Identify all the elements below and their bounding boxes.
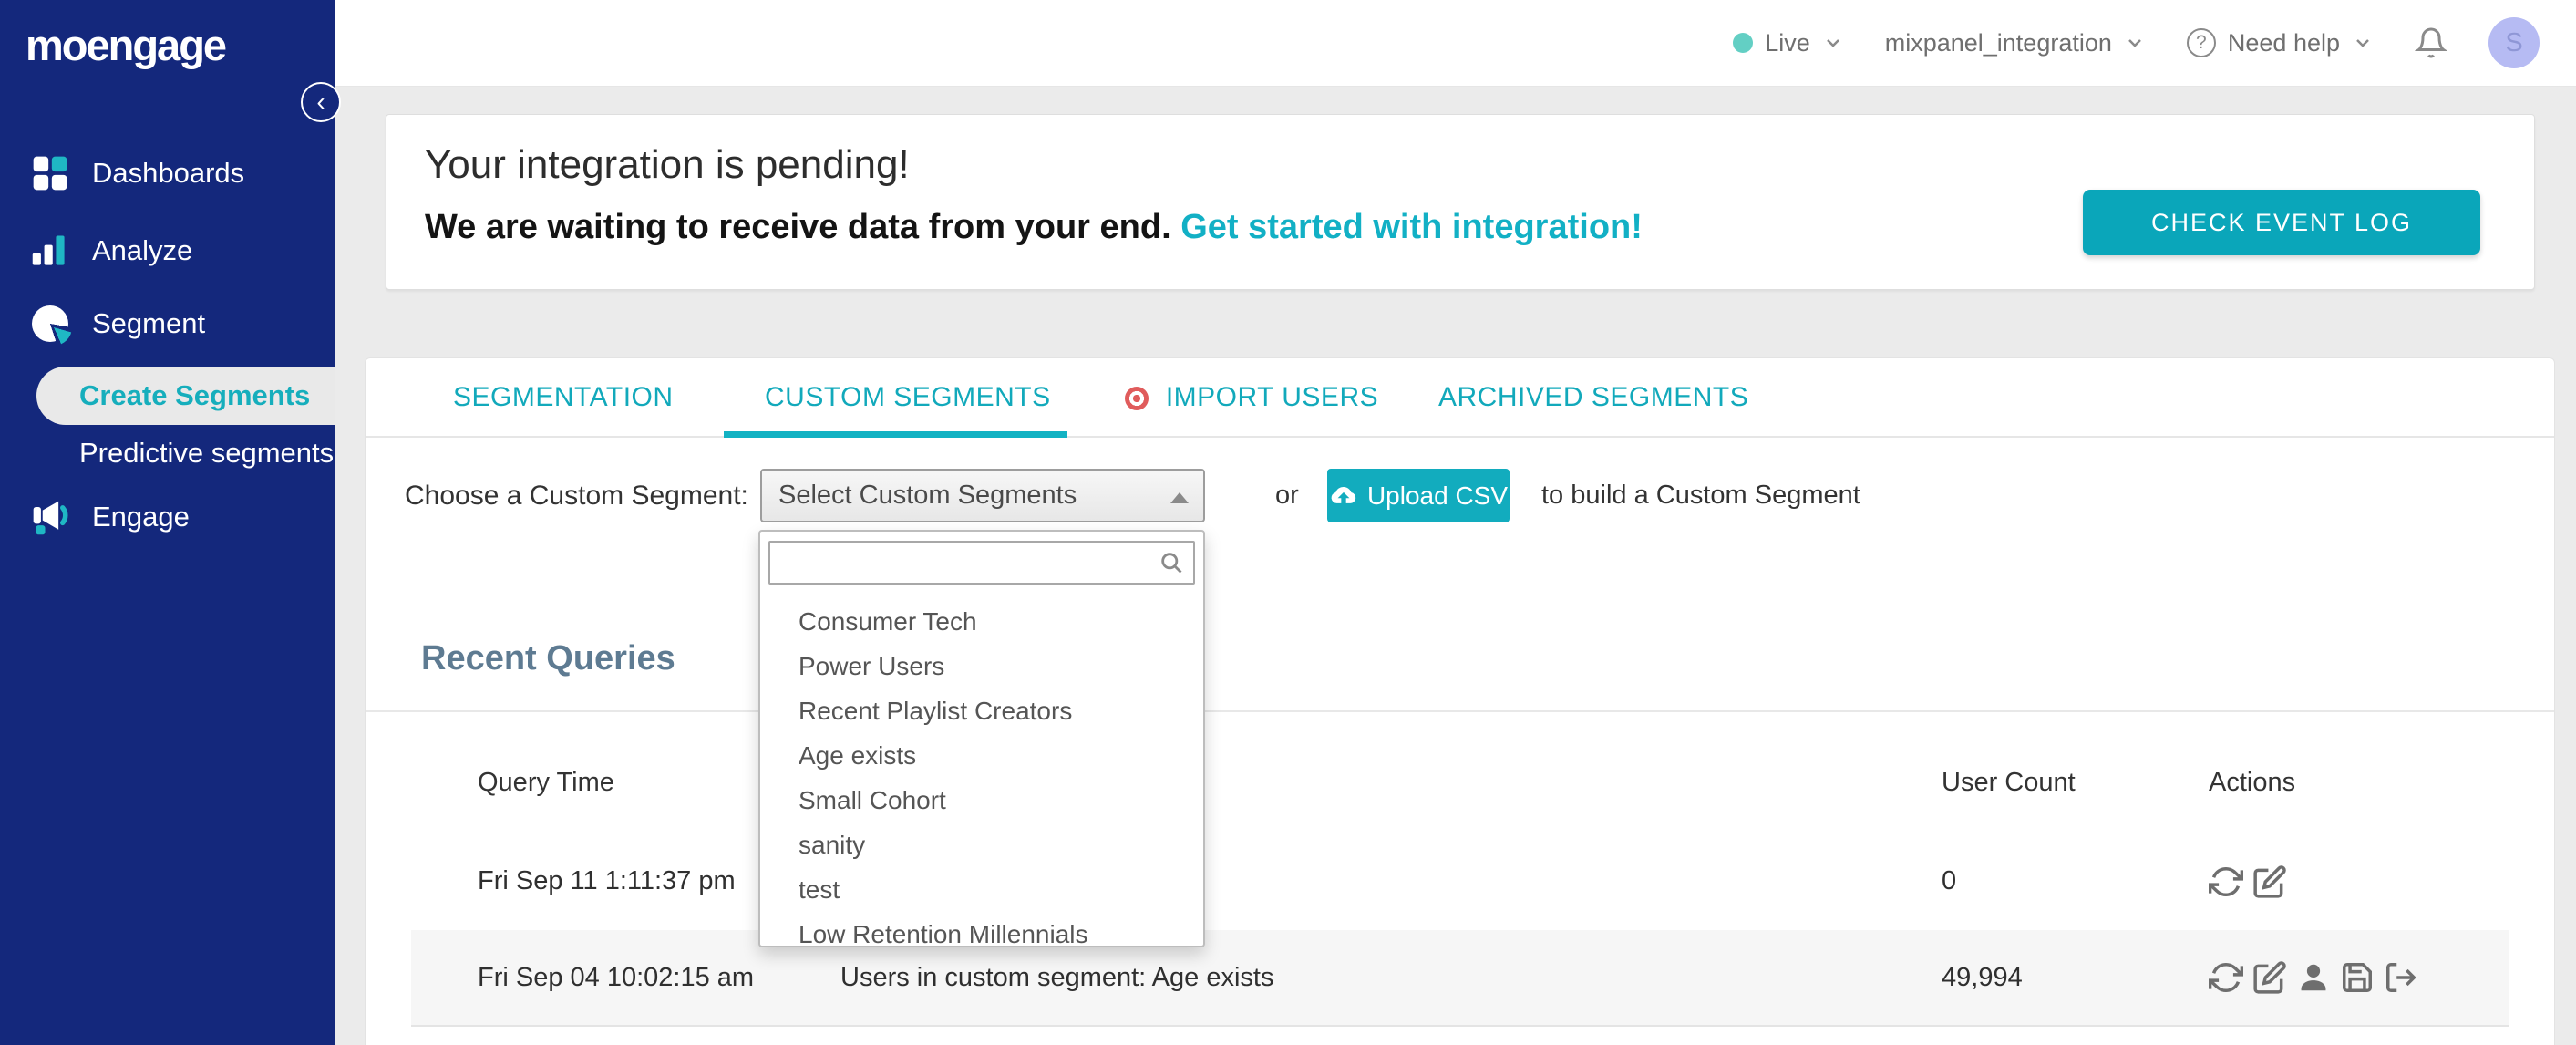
app-selector[interactable]: mixpanel_integration: [1885, 29, 2146, 57]
chevron-down-icon: [2128, 39, 2141, 47]
get-started-link[interactable]: Get started with integration!: [1180, 208, 1643, 246]
chevron-up-icon: [1170, 492, 1189, 503]
cloud-upload-icon: [1331, 486, 1356, 503]
dropdown-option[interactable]: Consumer Tech: [760, 599, 1203, 644]
table-top-rule: [366, 710, 2554, 712]
sidebar-item-label: Dashboards: [92, 157, 245, 189]
tab-archived-segments[interactable]: ARCHIVED SEGMENTS: [1438, 358, 1748, 436]
banner-message: We are waiting to receive data from your…: [425, 208, 1643, 247]
sidebar: moengage ‹ Dashboards Analyze Segment Cr…: [0, 0, 341, 1045]
query-time-cell: Fri Sep 11 1:11:37 pm: [478, 866, 736, 895]
recent-queries-title: Recent Queries: [421, 639, 675, 678]
dropdown-option[interactable]: sanity: [760, 823, 1203, 867]
export-icon[interactable]: [2384, 960, 2418, 995]
topbar: Live mixpanel_integration ? Need help S: [335, 0, 2576, 87]
edit-icon[interactable]: [2252, 960, 2287, 995]
dropdown-option[interactable]: Recent Playlist Creators: [760, 688, 1203, 733]
help-icon: ?: [2186, 28, 2216, 57]
sidebar-item-label: Engage: [92, 501, 190, 533]
dashboards-grid-icon: [30, 153, 70, 193]
dropdown-option[interactable]: Low Retention Millennials: [760, 912, 1203, 957]
column-header-user-count: User Count: [1942, 768, 2076, 797]
dropdown-option[interactable]: Age exists: [760, 733, 1203, 778]
custom-segment-dropdown: Consumer Tech Power Users Recent Playlis…: [758, 530, 1205, 948]
chevron-down-icon: [2356, 39, 2369, 47]
chevron-down-icon: [1826, 39, 1839, 47]
tab-import-users[interactable]: IMPORT USERS: [1125, 358, 1378, 436]
banner-title: Your integration is pending!: [425, 142, 910, 187]
upload-csv-button[interactable]: Upload CSV: [1327, 469, 1510, 522]
user-icon[interactable]: [2296, 960, 2331, 995]
import-users-red-dot-icon: [1125, 387, 1149, 411]
notifications-bell-icon[interactable]: [2415, 26, 2447, 59]
moengage-app: Live mixpanel_integration ? Need help S …: [0, 0, 2576, 1045]
analyze-bars-icon: [30, 231, 70, 271]
tab-custom-segments[interactable]: CUSTOM SEGMENTS: [765, 358, 1051, 436]
sidebar-item-analyze[interactable]: Analyze: [0, 222, 335, 280]
segment-chooser-row: Choose a Custom Segment: Select Custom S…: [405, 469, 2554, 522]
edit-icon[interactable]: [2252, 864, 2287, 899]
segments-card: SEGMENTATION CUSTOM SEGMENTS IMPORT USER…: [365, 357, 2555, 1045]
tab-bar: SEGMENTATION CUSTOM SEGMENTS IMPORT USER…: [366, 358, 2554, 438]
or-text: or: [1275, 481, 1299, 510]
sidebar-item-predictive-segments[interactable]: Predictive segments: [0, 424, 335, 482]
tab-segmentation[interactable]: SEGMENTATION: [453, 358, 674, 436]
need-help-menu[interactable]: ? Need help: [2186, 28, 2374, 57]
user-avatar[interactable]: S: [2488, 17, 2540, 68]
sidebar-collapse-button[interactable]: ‹: [301, 82, 341, 122]
user-count-cell: 0: [1942, 866, 1957, 895]
save-icon[interactable]: [2340, 960, 2375, 995]
search-input[interactable]: [768, 541, 1195, 585]
sidebar-item-segment[interactable]: Segment: [0, 295, 335, 353]
sidebar-item-label: Segment: [92, 307, 206, 339]
sidebar-item-label: Predictive segments: [79, 437, 335, 469]
dropdown-option[interactable]: Small Cohort: [760, 778, 1203, 823]
row-actions: [2209, 930, 2418, 1025]
custom-segment-select-value: Select Custom Segments: [778, 481, 1077, 510]
refresh-icon[interactable]: [2209, 864, 2243, 899]
column-header-query-time: Query Time: [478, 768, 614, 797]
dropdown-option-list: Consumer Tech Power Users Recent Playlis…: [760, 599, 1203, 957]
environment-selector[interactable]: Live: [1733, 29, 1844, 57]
search-icon: [1161, 553, 1182, 574]
dropdown-search: [768, 541, 1195, 585]
choose-segment-label: Choose a Custom Segment:: [405, 481, 748, 511]
custom-segment-select[interactable]: Select Custom Segments: [760, 469, 1205, 522]
need-help-label: Need help: [2227, 28, 2340, 57]
app-selector-label: mixpanel_integration: [1884, 28, 2112, 57]
sidebar-item-engage[interactable]: Engage: [0, 488, 335, 546]
sidebar-item-dashboards[interactable]: Dashboards: [0, 144, 335, 202]
environment-label: Live: [1765, 28, 1810, 57]
segment-pie-icon: [30, 304, 72, 346]
live-status-dot: [1733, 33, 1754, 53]
upload-csv-label: Upload CSV: [1366, 481, 1509, 510]
dropdown-option[interactable]: test: [760, 867, 1203, 912]
engage-megaphone-icon: [30, 497, 70, 537]
integration-pending-banner: Your integration is pending! We are wait…: [386, 114, 2535, 290]
tab-import-users-label: IMPORT USERS: [1165, 382, 1379, 412]
dropdown-option[interactable]: Power Users: [760, 644, 1203, 688]
active-tab-underline: [724, 431, 1067, 438]
sidebar-item-label: Analyze: [92, 234, 193, 266]
table-row: Fri Sep 11 1:11:37 pm 0: [411, 833, 2509, 929]
sidebar-item-create-segments[interactable]: Create Segments: [36, 367, 335, 425]
table-row: Fri Sep 04 10:02:15 am Users in custom s…: [411, 930, 2509, 1027]
sidebar-item-label: Create Segments: [79, 379, 311, 411]
moengage-logo: moengage: [26, 21, 227, 69]
banner-message-text: We are waiting to receive data from your…: [425, 208, 1171, 246]
user-count-cell: 49,994: [1942, 962, 2023, 992]
refresh-icon[interactable]: [2209, 960, 2243, 995]
build-segment-suffix-text: to build a Custom Segment: [1541, 481, 1860, 510]
column-header-actions: Actions: [2209, 768, 2296, 797]
check-event-log-button[interactable]: CHECK EVENT LOG: [2083, 190, 2480, 255]
row-actions: [2209, 833, 2287, 929]
query-time-cell: Fri Sep 04 10:02:15 am: [478, 962, 755, 992]
